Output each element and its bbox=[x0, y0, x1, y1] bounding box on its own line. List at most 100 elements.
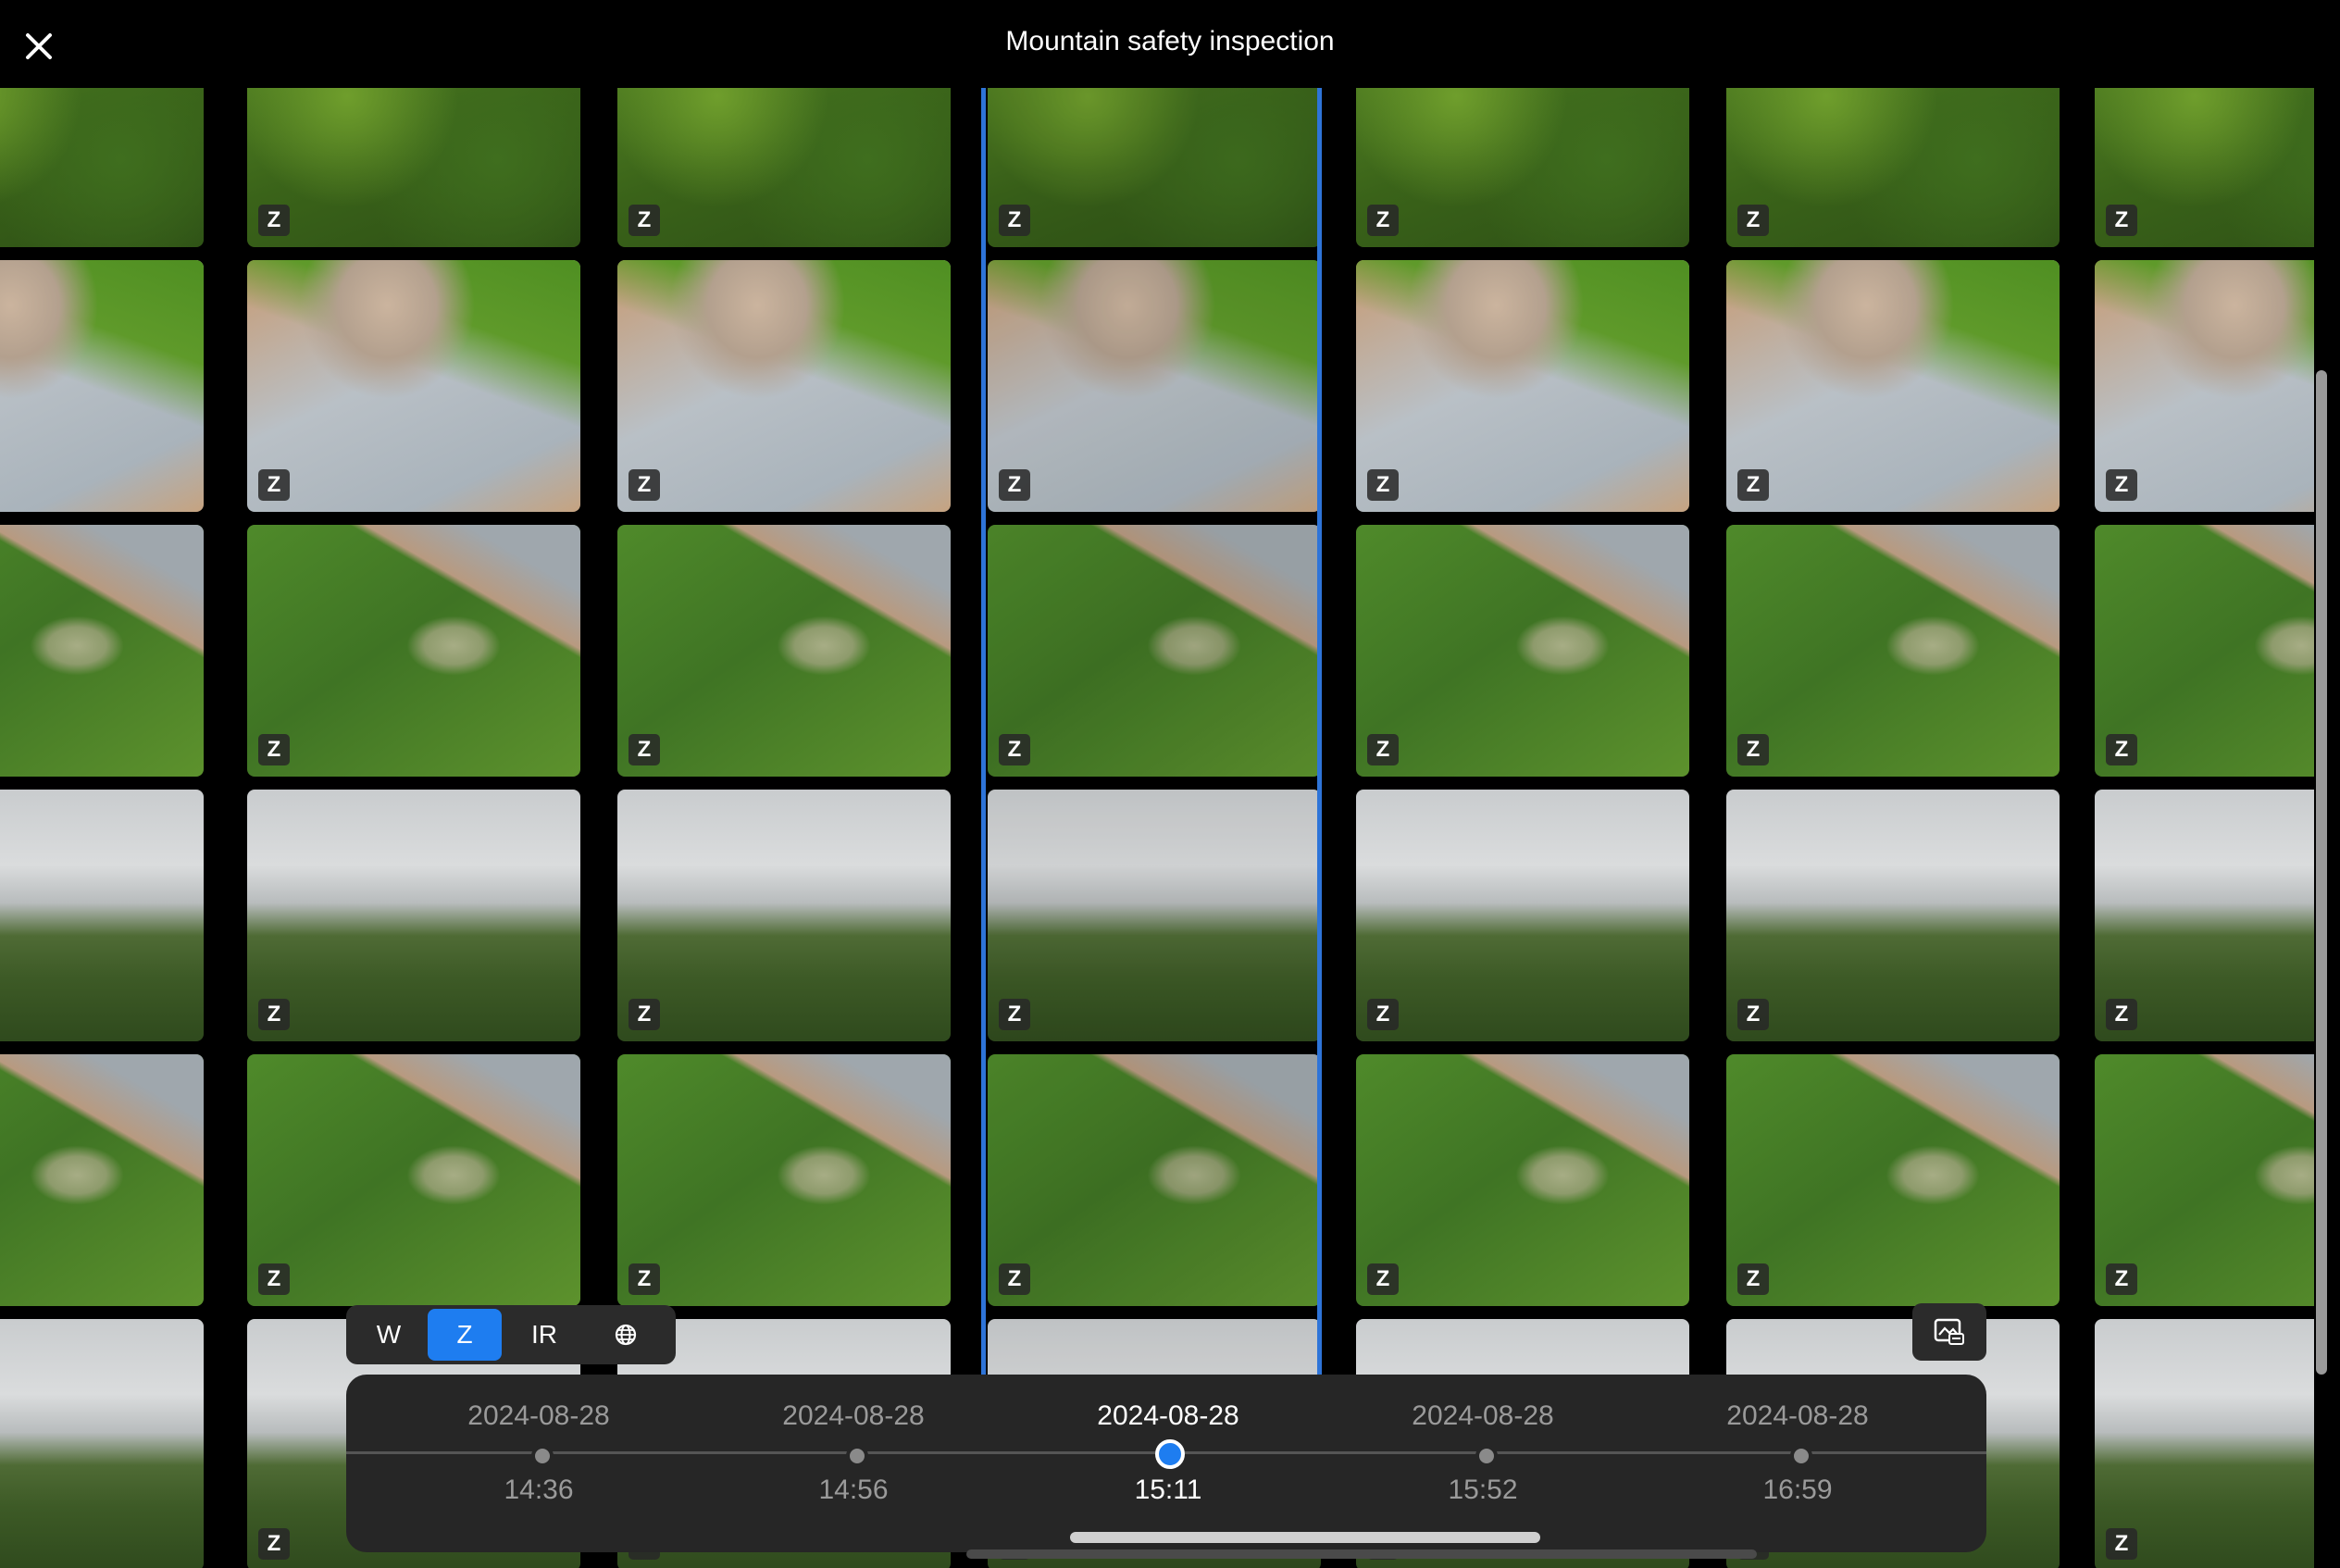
thumbnail-tile[interactable]: Z bbox=[247, 260, 580, 512]
lens-zoom-button[interactable]: Z bbox=[428, 1309, 502, 1361]
timeline-item[interactable]: 2024-08-28 16:59 bbox=[1659, 1375, 1936, 1552]
lens-badge: Z bbox=[1367, 734, 1399, 765]
thumbnail-tile[interactable]: Z bbox=[1356, 525, 1689, 777]
thumbnail-tile[interactable]: Z bbox=[2095, 1054, 2314, 1306]
timeline-item[interactable]: 2024-08-28 15:52 bbox=[1344, 1375, 1622, 1552]
thumbnail-tile[interactable]: Z bbox=[0, 790, 204, 1041]
thumbnail-tile[interactable]: Z bbox=[0, 525, 204, 777]
thumbnail-image bbox=[617, 525, 951, 777]
lens-badge: Z bbox=[258, 1263, 290, 1295]
thumbnail-tile[interactable]: Z bbox=[1726, 1054, 2060, 1306]
thumbnail-image bbox=[617, 1054, 951, 1306]
thumbnail-tile[interactable]: Z bbox=[1356, 88, 1689, 247]
timeline-date: 2024-08-28 bbox=[1726, 1400, 1869, 1431]
lens-badge: Z bbox=[629, 1263, 660, 1295]
thumbnail-tile[interactable]: Z bbox=[2095, 790, 2314, 1041]
lens-badge: Z bbox=[258, 999, 290, 1030]
thumbnail-tile[interactable]: Z bbox=[0, 260, 204, 512]
lens-wide-button[interactable]: W bbox=[350, 1309, 428, 1361]
thumbnail-tile[interactable]: Z bbox=[1356, 1054, 1689, 1306]
thumbnail-tile[interactable]: Z bbox=[1356, 260, 1689, 512]
timeline-dot bbox=[1155, 1439, 1185, 1469]
compare-icon[interactable] bbox=[1912, 1303, 1986, 1361]
thumbnail-tile[interactable]: Z bbox=[1726, 525, 2060, 777]
lens-badge: Z bbox=[258, 734, 290, 765]
timeline-time: 15:11 bbox=[1134, 1475, 1202, 1505]
thumbnail-image bbox=[617, 88, 951, 247]
lens-badge: Z bbox=[1737, 734, 1769, 765]
thumbnail-tile[interactable]: Z bbox=[247, 1054, 580, 1306]
thumbnail-tile[interactable]: Z bbox=[617, 1054, 951, 1306]
timeline: 2024-08-28 14:36 2024-08-28 14:56 2024-0… bbox=[346, 1375, 1986, 1552]
timeline-date: 2024-08-28 bbox=[1412, 1400, 1554, 1431]
thumbnail-tile[interactable]: Z bbox=[1726, 790, 2060, 1041]
thumbnail-image bbox=[1356, 260, 1689, 512]
thumbnail-image bbox=[0, 525, 204, 777]
lens-ir-button[interactable]: IR bbox=[502, 1309, 587, 1361]
timeline-time: 16:59 bbox=[1762, 1475, 1833, 1505]
thumbnail-tile[interactable]: Z bbox=[2095, 1319, 2314, 1568]
thumbnail-image bbox=[1726, 790, 2060, 1041]
lens-badge: Z bbox=[1367, 205, 1399, 236]
thumbnail-tile[interactable]: Z bbox=[617, 260, 951, 512]
thumbnail-image bbox=[0, 88, 204, 247]
timeline-dot bbox=[1790, 1445, 1812, 1467]
thumbnail-tile[interactable]: Z bbox=[988, 88, 1321, 247]
lens-badge: Z bbox=[258, 1528, 290, 1560]
thumbnail-tile[interactable]: Z bbox=[247, 525, 580, 777]
timeline-scrollbar[interactable] bbox=[1070, 1532, 1540, 1543]
thumbnail-tile[interactable]: Z bbox=[1726, 260, 2060, 512]
timeline-dot bbox=[1475, 1445, 1498, 1467]
thumbnail-image bbox=[0, 1054, 204, 1306]
thumbnail-tile[interactable]: Z bbox=[1726, 88, 2060, 247]
lens-badge: Z bbox=[1737, 205, 1769, 236]
thumbnail-image bbox=[988, 260, 1321, 512]
timeline-item[interactable]: 2024-08-28 14:36 bbox=[400, 1375, 678, 1552]
lens-badge: Z bbox=[1737, 1263, 1769, 1295]
timeline-date: 2024-08-28 bbox=[782, 1400, 925, 1431]
thumbnail-tile[interactable]: Z bbox=[247, 88, 580, 247]
lens-badge: Z bbox=[1737, 469, 1769, 501]
thumbnail-tile[interactable]: Z bbox=[247, 790, 580, 1041]
lens-badge: Z bbox=[1367, 999, 1399, 1030]
bottom-scrollbar[interactable] bbox=[966, 1549, 1757, 1559]
page-title: Mountain safety inspection bbox=[1005, 26, 1335, 56]
grid-scrollbar[interactable] bbox=[2316, 370, 2327, 1375]
timeline-item[interactable]: 2024-08-28 15:11 bbox=[1029, 1375, 1307, 1552]
thumbnail-tile[interactable]: Z bbox=[988, 1054, 1321, 1306]
thumbnail-tile[interactable]: Z bbox=[988, 790, 1321, 1041]
thumbnail-image bbox=[1726, 88, 2060, 247]
thumbnail-image bbox=[0, 1319, 204, 1568]
thumbnail-tile[interactable]: Z bbox=[0, 1054, 204, 1306]
thumbnail-tile[interactable]: Z bbox=[2095, 260, 2314, 512]
lens-badge: Z bbox=[2106, 1528, 2137, 1560]
thumbnail-image bbox=[247, 88, 580, 247]
thumbnail-image bbox=[988, 1054, 1321, 1306]
thumbnail-tile[interactable]: Z bbox=[617, 790, 951, 1041]
thumbnail-tile[interactable]: Z bbox=[2095, 88, 2314, 247]
lens-badge: Z bbox=[629, 999, 660, 1030]
thumbnail-tile[interactable]: Z bbox=[0, 88, 204, 247]
lens-badge: Z bbox=[999, 1263, 1030, 1295]
thumbnail-tile[interactable]: Z bbox=[617, 525, 951, 777]
lens-badge: Z bbox=[999, 205, 1030, 236]
thumbnail-image bbox=[247, 525, 580, 777]
thumbnail-tile[interactable]: Z bbox=[988, 260, 1321, 512]
thumbnail-image bbox=[1726, 260, 2060, 512]
thumbnail-image bbox=[1356, 1054, 1689, 1306]
thumbnail-tile[interactable]: Z bbox=[988, 525, 1321, 777]
thumbnail-image bbox=[0, 790, 204, 1041]
thumbnail-tile[interactable]: Z bbox=[617, 88, 951, 247]
thumbnail-tile[interactable]: Z bbox=[0, 1319, 204, 1568]
thumbnail-tile[interactable]: Z bbox=[2095, 525, 2314, 777]
thumbnail-image bbox=[988, 790, 1321, 1041]
thumbnail-image bbox=[1356, 525, 1689, 777]
thumbnail-image bbox=[247, 790, 580, 1041]
thumbnail-image bbox=[988, 525, 1321, 777]
thumbnail-image bbox=[1726, 525, 2060, 777]
thumbnail-tile[interactable]: Z bbox=[1356, 790, 1689, 1041]
timeline-item[interactable]: 2024-08-28 14:56 bbox=[715, 1375, 992, 1552]
timeline-time: 14:56 bbox=[818, 1475, 889, 1505]
globe-icon[interactable] bbox=[587, 1309, 665, 1361]
timeline-date: 2024-08-28 bbox=[1097, 1400, 1239, 1431]
